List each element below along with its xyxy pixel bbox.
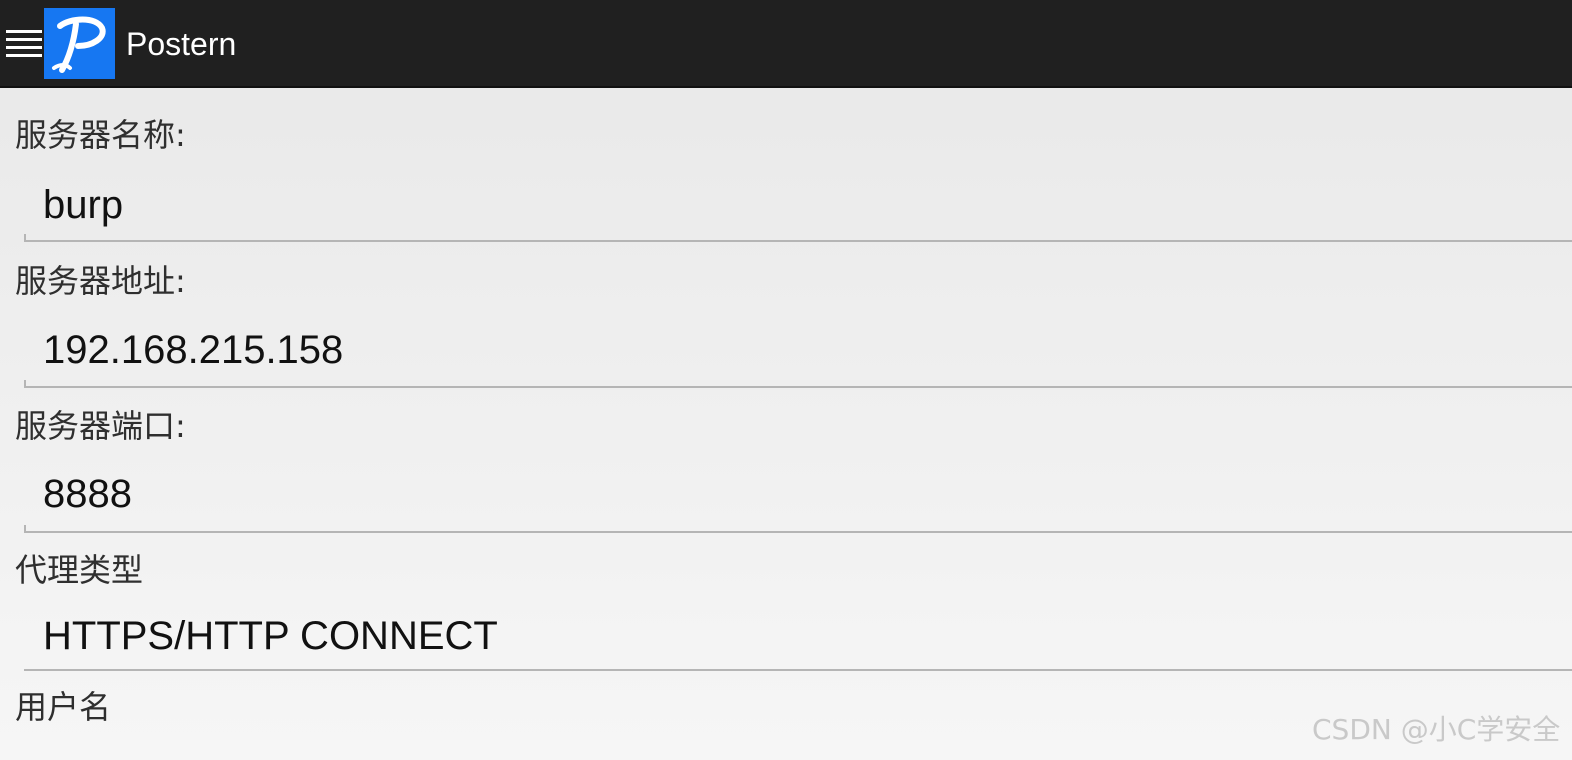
server-address-label: 服务器地址:	[15, 262, 186, 300]
server-name-field-underline	[24, 228, 1572, 242]
server-address-input[interactable]: 192.168.215.158	[43, 326, 343, 374]
postern-logo-icon	[44, 8, 115, 79]
proxy-type-select[interactable]: HTTPS/HTTP CONNECT	[43, 612, 498, 660]
server-port-input[interactable]: 8888	[43, 470, 132, 518]
hamburger-menu-icon[interactable]	[6, 28, 42, 60]
app-bar: Postern	[0, 0, 1572, 88]
proxy-type-divider	[24, 657, 1572, 671]
server-name-input[interactable]: burp	[43, 181, 123, 229]
watermark: CSDN @小C学安全	[1312, 713, 1561, 746]
proxy-type-label: 代理类型	[15, 551, 144, 589]
app-title: Postern	[126, 26, 237, 62]
server-port-label: 服务器端口:	[15, 407, 186, 445]
username-label: 用户名	[15, 688, 112, 726]
server-port-field-underline	[24, 519, 1572, 533]
server-name-label: 服务器名称:	[15, 116, 186, 154]
server-address-field-underline	[24, 374, 1572, 388]
